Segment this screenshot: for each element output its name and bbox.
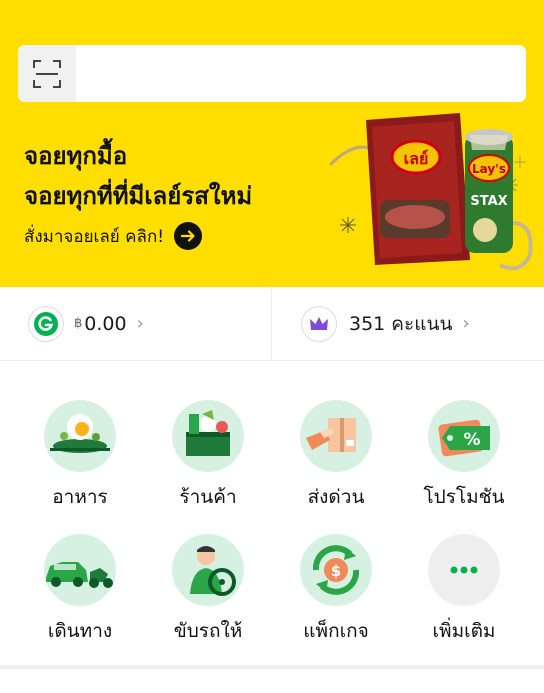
wallet-balance-value: 0.00 (84, 312, 127, 335)
points-value: 351 คะแนน (349, 312, 453, 335)
promo-banner[interactable]: จอยทุกมื้อ จอยทุกที่ที่มีเลย์รสใหม่ สั่ง… (0, 0, 544, 287)
service-label: ร้านค้า (179, 486, 237, 508)
express-icon (300, 400, 372, 472)
scan-button[interactable] (18, 45, 76, 102)
banner-cta-label: สั่งมาจอยเลย์ คลิก! (24, 226, 165, 247)
promo-icon: % (428, 400, 500, 472)
service-label: อาหาร (52, 486, 108, 508)
service-label: เดินทาง (47, 620, 113, 642)
arrow-right-icon[interactable] (174, 222, 203, 250)
banner-cta[interactable]: สั่งมาจอยเลย์ คลิก! (24, 222, 203, 250)
driver-icon (172, 534, 244, 606)
chevron-right-icon: › (136, 313, 144, 334)
service-label: โปรโมชัน (423, 486, 505, 508)
service-label: เพิ่มเติม (432, 620, 496, 642)
wallet-row: ฿ 0.00 › 351 คะแนน › (0, 287, 544, 361)
chips-product-illustration: เลย์ Lay's STAX (328, 113, 533, 271)
transport-icon (44, 534, 116, 606)
mart-icon (172, 400, 244, 472)
crown-icon (301, 305, 337, 342)
svg-text:Lay's: Lay's (472, 162, 506, 176)
section-divider (0, 665, 544, 669)
package-icon: $ (300, 534, 372, 606)
svg-text:เลย์: เลย์ (404, 149, 429, 168)
service-label: ส่งด่วน (307, 486, 365, 508)
service-food[interactable]: อาหาร (20, 400, 140, 512)
svg-text:$: $ (331, 562, 341, 580)
search-input[interactable] (76, 45, 526, 102)
banner-headline-2: จอยทุกที่ที่มีเลย์รสใหม่ (24, 182, 253, 210)
divider (271, 287, 272, 360)
service-promo[interactable]: % โปรโมชัน (404, 400, 524, 512)
service-label: ขับรถให้ (173, 620, 243, 642)
wallet-balance[interactable]: ฿ 0.00 › (28, 287, 144, 360)
chevron-right-icon: › (462, 313, 470, 334)
service-more[interactable]: เพิ่มเติม (404, 534, 524, 646)
svg-text:STAX: STAX (470, 194, 507, 209)
svg-text:%: % (463, 430, 480, 450)
more-icon (428, 534, 500, 606)
search-bar[interactable] (18, 45, 526, 102)
food-icon (44, 400, 116, 472)
currency-symbol: ฿ (74, 316, 83, 331)
service-express[interactable]: ส่งด่วน (276, 400, 396, 512)
banner-headline-1: จอยทุกมื้อ (24, 142, 128, 170)
service-transport[interactable]: เดินทาง (20, 534, 140, 646)
scan-icon (33, 59, 61, 88)
service-driver[interactable]: ขับรถให้ (148, 534, 268, 646)
rewards-points[interactable]: 351 คะแนน › (301, 287, 470, 360)
service-package[interactable]: $ แพ็กเกจ (276, 534, 396, 646)
service-mart[interactable]: ร้านค้า (148, 400, 268, 512)
service-label: แพ็กเกจ (303, 620, 369, 642)
grabpay-icon (28, 305, 64, 342)
